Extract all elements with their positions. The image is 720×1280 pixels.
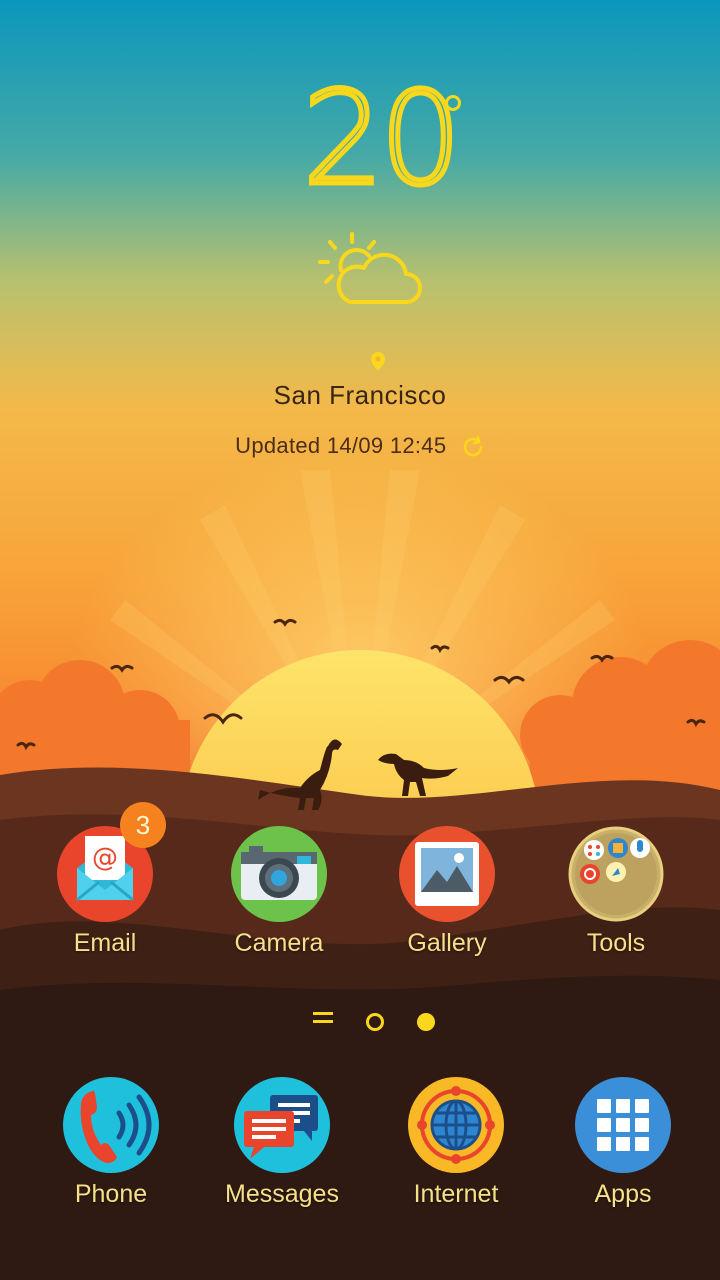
tools-folder-icon	[568, 826, 664, 922]
app-label-email: Email	[73, 929, 137, 957]
temperature: 20	[300, 65, 464, 214]
gallery-icon	[399, 826, 495, 922]
weather-widget[interactable]: 20 San Francisco Updated 14/09 12:45	[0, 0, 720, 480]
camera-icon	[231, 826, 327, 922]
dock-apps[interactable]: Apps	[548, 1077, 698, 1209]
app-label-internet: Internet	[413, 1180, 499, 1208]
app-gallery[interactable]: Gallery	[372, 826, 522, 958]
page-indicator-2-current[interactable]	[417, 1013, 435, 1031]
app-email[interactable]: @ Email	[30, 826, 180, 958]
app-tools-folder[interactable]: Tools	[541, 826, 691, 958]
email-unread-badge: 3	[120, 802, 166, 848]
dock-internet[interactable]: Internet	[381, 1077, 531, 1209]
refresh-icon[interactable]	[461, 435, 485, 459]
dock-phone[interactable]: Phone	[36, 1077, 186, 1209]
apps-grid-icon	[575, 1077, 671, 1173]
app-label-phone: Phone	[74, 1180, 148, 1208]
internet-icon	[408, 1077, 504, 1173]
updated-label: Updated 14/09 12:45	[235, 433, 447, 458]
page-menu-icon[interactable]	[313, 1012, 333, 1028]
app-camera[interactable]: Camera	[204, 826, 354, 958]
app-label-messages: Messages	[225, 1180, 339, 1208]
messages-icon	[234, 1077, 330, 1173]
app-label-apps: Apps	[594, 1180, 652, 1208]
app-label-camera: Camera	[234, 929, 324, 957]
page-indicator-1[interactable]	[366, 1013, 384, 1031]
updated-time: Updated 14/09 12:45	[0, 433, 720, 459]
svg-text:@: @	[92, 843, 118, 873]
phone-icon	[63, 1077, 159, 1173]
location-pin-icon	[371, 352, 385, 371]
app-label-tools: Tools	[586, 929, 646, 957]
dock-messages[interactable]: Messages	[207, 1077, 357, 1209]
partly-cloudy-icon	[318, 232, 422, 304]
degree-symbol	[445, 95, 461, 111]
app-label-gallery: Gallery	[407, 929, 487, 957]
city-name: San Francisco	[273, 380, 447, 410]
